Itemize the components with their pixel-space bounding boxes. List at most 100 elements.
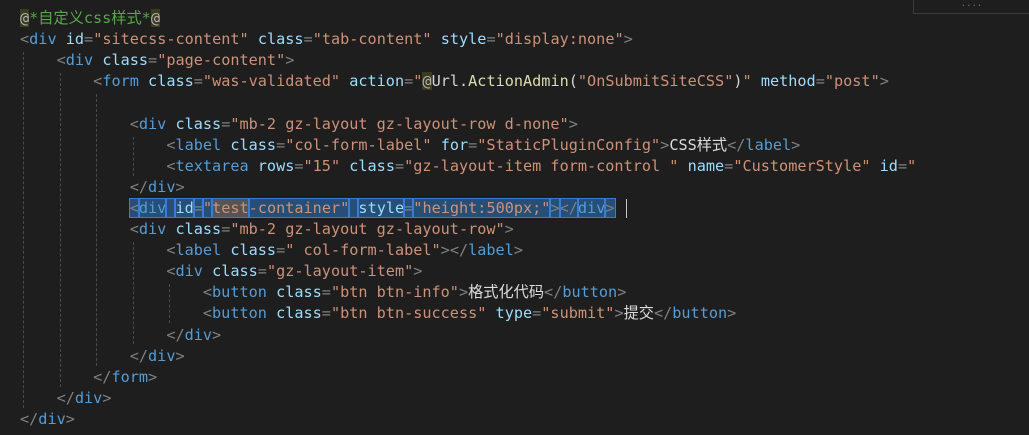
token-attr: class bbox=[276, 283, 322, 302]
token-punc: > bbox=[65, 409, 75, 428]
token-punc: > bbox=[568, 114, 578, 133]
token-text: CSS样式 bbox=[669, 135, 728, 154]
token-plain: Url. bbox=[431, 72, 469, 91]
token-tag: form bbox=[111, 367, 149, 386]
token-str: "was-validated" bbox=[202, 72, 341, 91]
token-punc: > bbox=[102, 388, 112, 407]
code-line: </div> bbox=[20, 177, 185, 198]
token-tag: div bbox=[148, 346, 176, 365]
token-punc: > bbox=[504, 220, 514, 238]
token-tag: button bbox=[562, 283, 618, 302]
token-punc: = bbox=[404, 72, 414, 91]
token-punc: > bbox=[623, 30, 633, 49]
token-attr: for bbox=[440, 135, 469, 154]
token-tag: div bbox=[38, 409, 66, 428]
token-razor: @ bbox=[422, 72, 432, 91]
code-line: <div class="mb-2 gz-layout gz-layout-row… bbox=[20, 114, 578, 135]
token-tag: label bbox=[175, 135, 222, 154]
token-punc: = bbox=[321, 304, 331, 323]
token-punc: = bbox=[403, 197, 415, 218]
token-tag: button bbox=[212, 283, 267, 302]
token-punc: ></ bbox=[440, 241, 469, 260]
token-punc: </ bbox=[544, 283, 563, 302]
token-punc: = bbox=[294, 156, 304, 175]
overview-ruler[interactable]: .... bbox=[913, 0, 1029, 14]
token-tag: div bbox=[29, 30, 57, 49]
token-punc: > bbox=[212, 325, 222, 344]
token-str: "tab-content" bbox=[312, 30, 432, 49]
token-punc: > bbox=[285, 51, 295, 70]
token-punc: < bbox=[20, 30, 30, 49]
token-tag: div bbox=[576, 197, 607, 218]
token-punc: = bbox=[897, 156, 908, 175]
token-str: "gz-layout-item form-control " bbox=[404, 156, 679, 175]
token-tag: form bbox=[102, 72, 139, 91]
token-tag: button bbox=[672, 304, 728, 323]
code-line: </div> bbox=[20, 346, 185, 367]
token-str: " bbox=[742, 72, 752, 91]
token-str: "btn btn-success" bbox=[330, 304, 487, 323]
token-str: "gz-layout-item" bbox=[266, 262, 414, 281]
token-attr: method bbox=[760, 72, 816, 91]
token-punc: < bbox=[128, 197, 140, 218]
code-line: <label class="col-form-label" for="Stati… bbox=[20, 135, 800, 156]
token-str: "display:none" bbox=[495, 30, 624, 49]
token-punc: < bbox=[56, 51, 66, 70]
token-attr: style bbox=[357, 197, 406, 218]
token-attr: type bbox=[495, 304, 533, 323]
token-punc: </ bbox=[56, 388, 75, 407]
text-cursor bbox=[626, 198, 627, 218]
token-tag: div bbox=[175, 262, 203, 281]
token-str: "height:500px;" bbox=[412, 197, 552, 218]
code-line: </div> bbox=[20, 325, 221, 346]
token-punc: > bbox=[458, 283, 469, 302]
token-razor: @ bbox=[20, 9, 30, 27]
token-plain: ) bbox=[733, 72, 743, 91]
code-editor[interactable]: .... @*自定义css样式*@ <div id="sitecss-conten… bbox=[0, 0, 1029, 435]
token-tag: div bbox=[65, 51, 94, 70]
code-line: </div> bbox=[20, 388, 112, 409]
token-attr: class bbox=[230, 241, 277, 260]
token-punc: = bbox=[815, 72, 825, 91]
code-line: </div> bbox=[20, 409, 75, 430]
token-str: "15" bbox=[303, 156, 341, 175]
code-line: @*自定义css样式*@ bbox=[20, 8, 160, 29]
token-punc: </ bbox=[166, 325, 185, 344]
token-punc: > bbox=[549, 197, 561, 218]
token-str: "sitecss-content" bbox=[93, 30, 249, 49]
token-attr: action bbox=[349, 72, 405, 91]
token-punc: = bbox=[221, 114, 231, 133]
token-tag: div bbox=[138, 114, 167, 133]
token-attr: id bbox=[174, 197, 195, 218]
token-str: "page-content" bbox=[157, 51, 286, 70]
token-punc: = bbox=[276, 241, 286, 260]
token-punc: > bbox=[175, 177, 185, 196]
token-str: "col-form-label" bbox=[285, 135, 432, 154]
code-line: <div class="page-content"> bbox=[20, 50, 295, 71]
code-line: <button class="btn btn-info">格式化代码</butt… bbox=[20, 282, 627, 303]
token-punc: < bbox=[129, 220, 139, 238]
token-tag: div bbox=[138, 220, 167, 238]
token-tag: div bbox=[148, 177, 176, 196]
token-plain: ( bbox=[568, 72, 578, 91]
token-str: " bbox=[907, 156, 917, 175]
